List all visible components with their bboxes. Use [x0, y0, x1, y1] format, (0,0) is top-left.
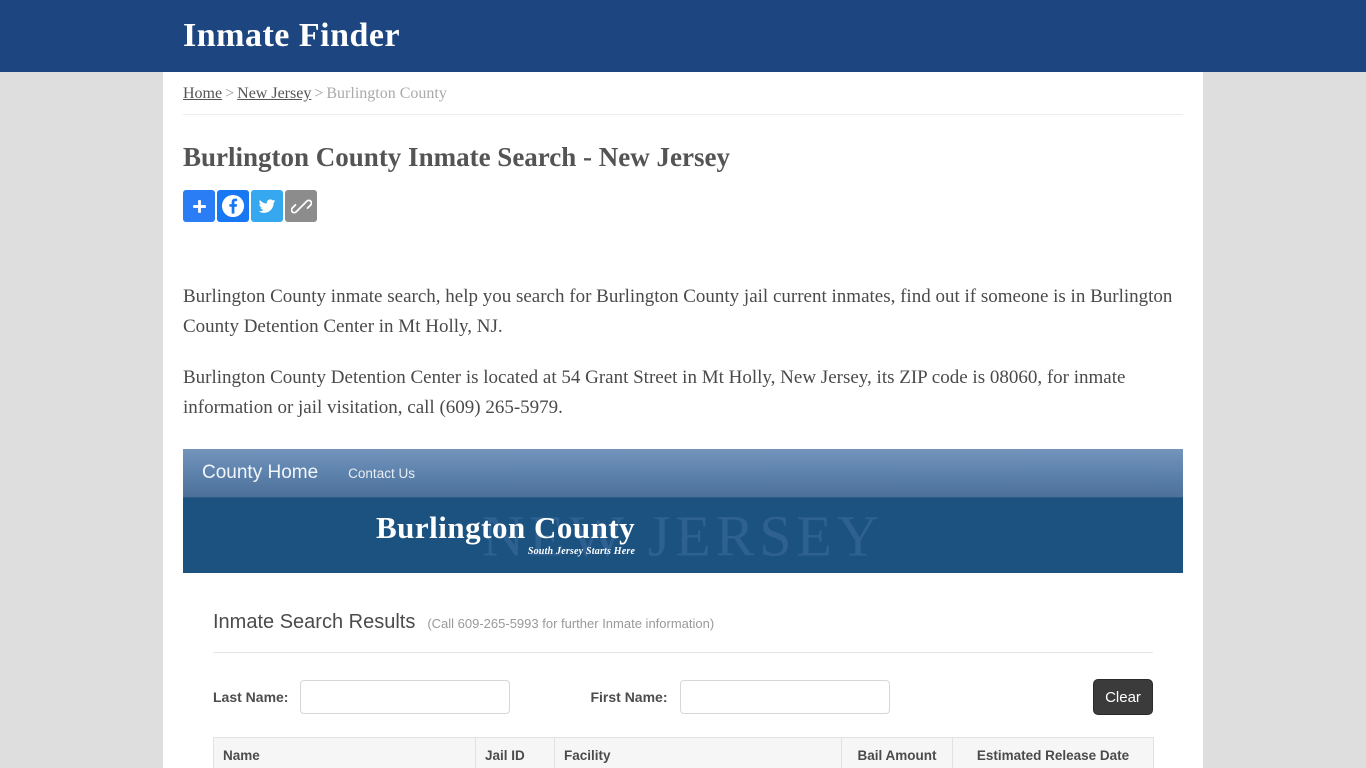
site-header-inner: Inmate Finder	[163, 19, 1203, 53]
results-header: Inmate Search Results (Call 609-265-5993…	[213, 573, 1153, 654]
addthis-share-icon[interactable]	[183, 190, 215, 223]
inmate-results-table: Name Jail ID Facility Bail Amount Estima…	[213, 737, 1154, 768]
facebook-icon[interactable]	[217, 190, 249, 223]
site-title: Inmate Finder	[183, 17, 401, 54]
first-name-input[interactable]	[679, 680, 890, 715]
breadcrumb-separator-2: >	[314, 85, 324, 102]
inmate-search-results-panel: Inmate Search Results (Call 609-265-5993…	[183, 573, 1183, 768]
county-banner: NEW JERSEY Burlington County South Jerse…	[183, 498, 1183, 574]
column-header-facility[interactable]: Facility	[554, 737, 842, 768]
first-name-label: First Name:	[590, 689, 668, 706]
page-title: Burlington County Inmate Search - New Je…	[183, 142, 730, 172]
last-name-label: Last Name:	[213, 689, 289, 706]
inmate-search-form: Last Name: First Name: Clear	[213, 653, 1153, 737]
last-name-input[interactable]	[300, 680, 511, 715]
breadcrumb-link-new-jersey[interactable]: New Jersey	[237, 85, 311, 102]
breadcrumb: Home > New Jersey > Burlington County	[183, 72, 1183, 115]
county-nav-item-contact-us[interactable]: Contact Us	[348, 466, 415, 481]
breadcrumb-current: Burlington County	[326, 85, 447, 102]
county-nav-bar: County Home Contact Us	[183, 449, 1183, 499]
county-embed-widget: County Home Contact Us NEW JERSEY Burlin…	[183, 449, 1183, 768]
intro-paragraph-2: Burlington County Detention Center is lo…	[183, 367, 1126, 418]
column-header-estimated-release-date[interactable]: Estimated Release Date	[952, 737, 1154, 768]
results-table-head: Name Jail ID Facility Bail Amount Estima…	[213, 737, 1154, 768]
intro-paragraph-1: Burlington County inmate search, help yo…	[183, 286, 1173, 337]
copy-link-icon[interactable]	[285, 190, 317, 223]
site-header: Inmate Finder	[0, 0, 1366, 72]
county-logo-tagline: South Jersey Starts Here	[527, 545, 636, 557]
county-logo-name: Burlington County	[376, 510, 636, 546]
breadcrumb-separator-1: >	[225, 85, 235, 102]
county-logo: Burlington County South Jersey Starts He…	[376, 512, 635, 557]
results-title: Inmate Search Results	[213, 611, 416, 634]
clear-button[interactable]: Clear	[1093, 679, 1153, 716]
column-header-jail-id[interactable]: Jail ID	[475, 737, 555, 768]
column-header-bail-amount[interactable]: Bail Amount	[841, 737, 953, 768]
results-subtitle: (Call 609-265-5993 for further Inmate in…	[427, 616, 715, 632]
page-container: Home > New Jersey > Burlington County Burlin…	[163, 72, 1203, 768]
share-buttons	[183, 190, 1183, 223]
twitter-icon[interactable]	[251, 190, 283, 223]
results-table-header-row: Name Jail ID Facility Bail Amount Estima…	[213, 737, 1154, 768]
breadcrumb-link-home[interactable]: Home	[183, 85, 222, 102]
column-header-name[interactable]: Name	[213, 737, 476, 768]
county-nav-item-county-home[interactable]: County Home	[202, 462, 318, 484]
